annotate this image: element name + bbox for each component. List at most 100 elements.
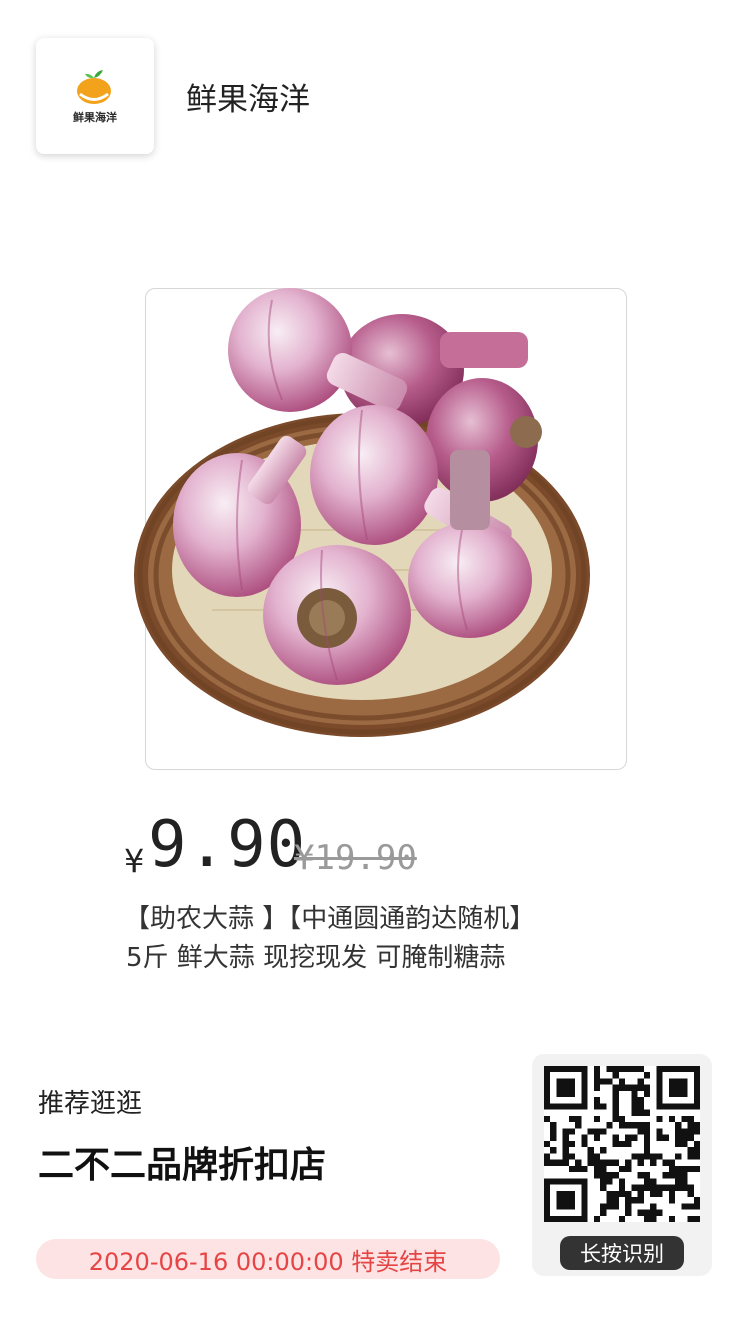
qr-module	[668, 1165, 676, 1173]
qr-module	[668, 1066, 676, 1073]
product-title-line-1[interactable]: 【助农大蒜 】【中通圆通韵达随机】	[124, 898, 535, 935]
qr-module	[637, 1109, 644, 1116]
qr-module	[656, 1066, 663, 1073]
qr-module	[693, 1165, 700, 1173]
qr-module	[544, 1203, 551, 1210]
qr-module	[581, 1197, 588, 1204]
qr-module	[675, 1122, 682, 1129]
qr-module	[581, 1097, 588, 1104]
qr-module	[656, 1153, 663, 1160]
qr-module	[643, 1134, 651, 1141]
recommend-store-name[interactable]: 二不二品牌折扣店	[38, 1136, 326, 1188]
qr-module	[668, 1215, 676, 1222]
qr-module	[581, 1084, 588, 1091]
product-title-line-2[interactable]: 5斤 鲜大蒜 现挖现发 可腌制糖蒜	[126, 937, 505, 974]
qr-module	[668, 1197, 676, 1204]
qr-module	[556, 1103, 563, 1110]
qr-module	[693, 1066, 700, 1073]
qr-module	[556, 1215, 563, 1222]
qr-module	[656, 1209, 663, 1216]
qr-module	[600, 1209, 607, 1216]
qr-module	[693, 1140, 700, 1148]
qr-module	[544, 1084, 551, 1091]
qr-module	[637, 1103, 644, 1110]
shop-logo[interactable]: 鲜果海洋	[36, 38, 154, 154]
qr-module	[631, 1084, 638, 1091]
qr-module	[593, 1165, 601, 1173]
qr-module	[643, 1178, 651, 1185]
qr-module	[587, 1128, 594, 1135]
qr-module	[593, 1072, 601, 1079]
qr-module	[681, 1090, 688, 1098]
qr-module	[568, 1178, 576, 1185]
qr-module	[581, 1072, 588, 1079]
qr-module	[581, 1215, 588, 1222]
qr-module	[656, 1115, 663, 1123]
qr-module	[581, 1078, 588, 1085]
qr-module	[612, 1115, 619, 1123]
qr-module	[681, 1184, 688, 1191]
qr-module	[693, 1197, 700, 1204]
qr-module	[550, 1122, 557, 1129]
qr-module	[568, 1103, 576, 1110]
qr-module	[675, 1178, 682, 1185]
qr-module	[593, 1153, 601, 1160]
qr-module	[681, 1128, 688, 1135]
qr-module	[637, 1153, 644, 1160]
qr-module	[637, 1128, 644, 1135]
qr-module	[593, 1103, 601, 1110]
qr-module	[625, 1209, 632, 1216]
qr-module	[681, 1084, 688, 1091]
qr-module	[568, 1066, 576, 1073]
qr-module	[544, 1072, 551, 1079]
qr-module	[643, 1084, 651, 1091]
qr-module	[581, 1090, 588, 1098]
shop-name[interactable]: 鲜果海洋	[186, 74, 310, 119]
qr-module	[650, 1215, 657, 1222]
qr-module	[625, 1140, 632, 1148]
qr-module	[693, 1203, 700, 1210]
qr-module	[562, 1215, 569, 1222]
qr-module	[668, 1190, 676, 1198]
qr-module	[681, 1066, 688, 1073]
qr-module	[637, 1190, 644, 1198]
qr-module	[612, 1197, 619, 1204]
qr-module	[631, 1197, 638, 1204]
qr-module	[618, 1178, 626, 1185]
qr-module	[687, 1134, 694, 1141]
qr-module	[562, 1084, 569, 1091]
qr-module	[631, 1103, 638, 1110]
qr-module	[675, 1153, 682, 1160]
qr-module	[631, 1109, 638, 1116]
qr-module	[587, 1153, 594, 1160]
qr-module	[675, 1084, 682, 1091]
qr-module	[612, 1103, 619, 1110]
qr-module	[600, 1128, 607, 1135]
qr-module	[693, 1090, 700, 1098]
qr-card[interactable]: 长按识别	[532, 1054, 712, 1276]
long-press-identify-button[interactable]: 长按识别	[560, 1236, 684, 1270]
qr-module	[625, 1197, 632, 1204]
qr-module	[600, 1203, 607, 1210]
qr-module	[544, 1153, 551, 1160]
qr-module	[637, 1159, 644, 1166]
qr-module	[675, 1066, 682, 1073]
recommend-label: 推荐逛逛	[38, 1089, 143, 1119]
product-image[interactable]	[122, 270, 602, 750]
qr-module	[562, 1140, 569, 1148]
qr-module	[662, 1159, 669, 1166]
qr-module	[581, 1190, 588, 1198]
qr-module	[556, 1190, 563, 1198]
qr-module	[675, 1134, 682, 1141]
qr-module	[544, 1184, 551, 1191]
qr-code-icon[interactable]	[544, 1066, 700, 1222]
qr-module	[637, 1097, 644, 1104]
qr-module	[643, 1090, 651, 1098]
qr-module	[606, 1078, 613, 1085]
qr-module	[593, 1078, 601, 1085]
qr-module	[544, 1066, 551, 1073]
qr-module	[675, 1172, 682, 1179]
qr-module	[550, 1159, 557, 1166]
qr-module	[625, 1066, 632, 1073]
qr-module	[618, 1084, 626, 1091]
